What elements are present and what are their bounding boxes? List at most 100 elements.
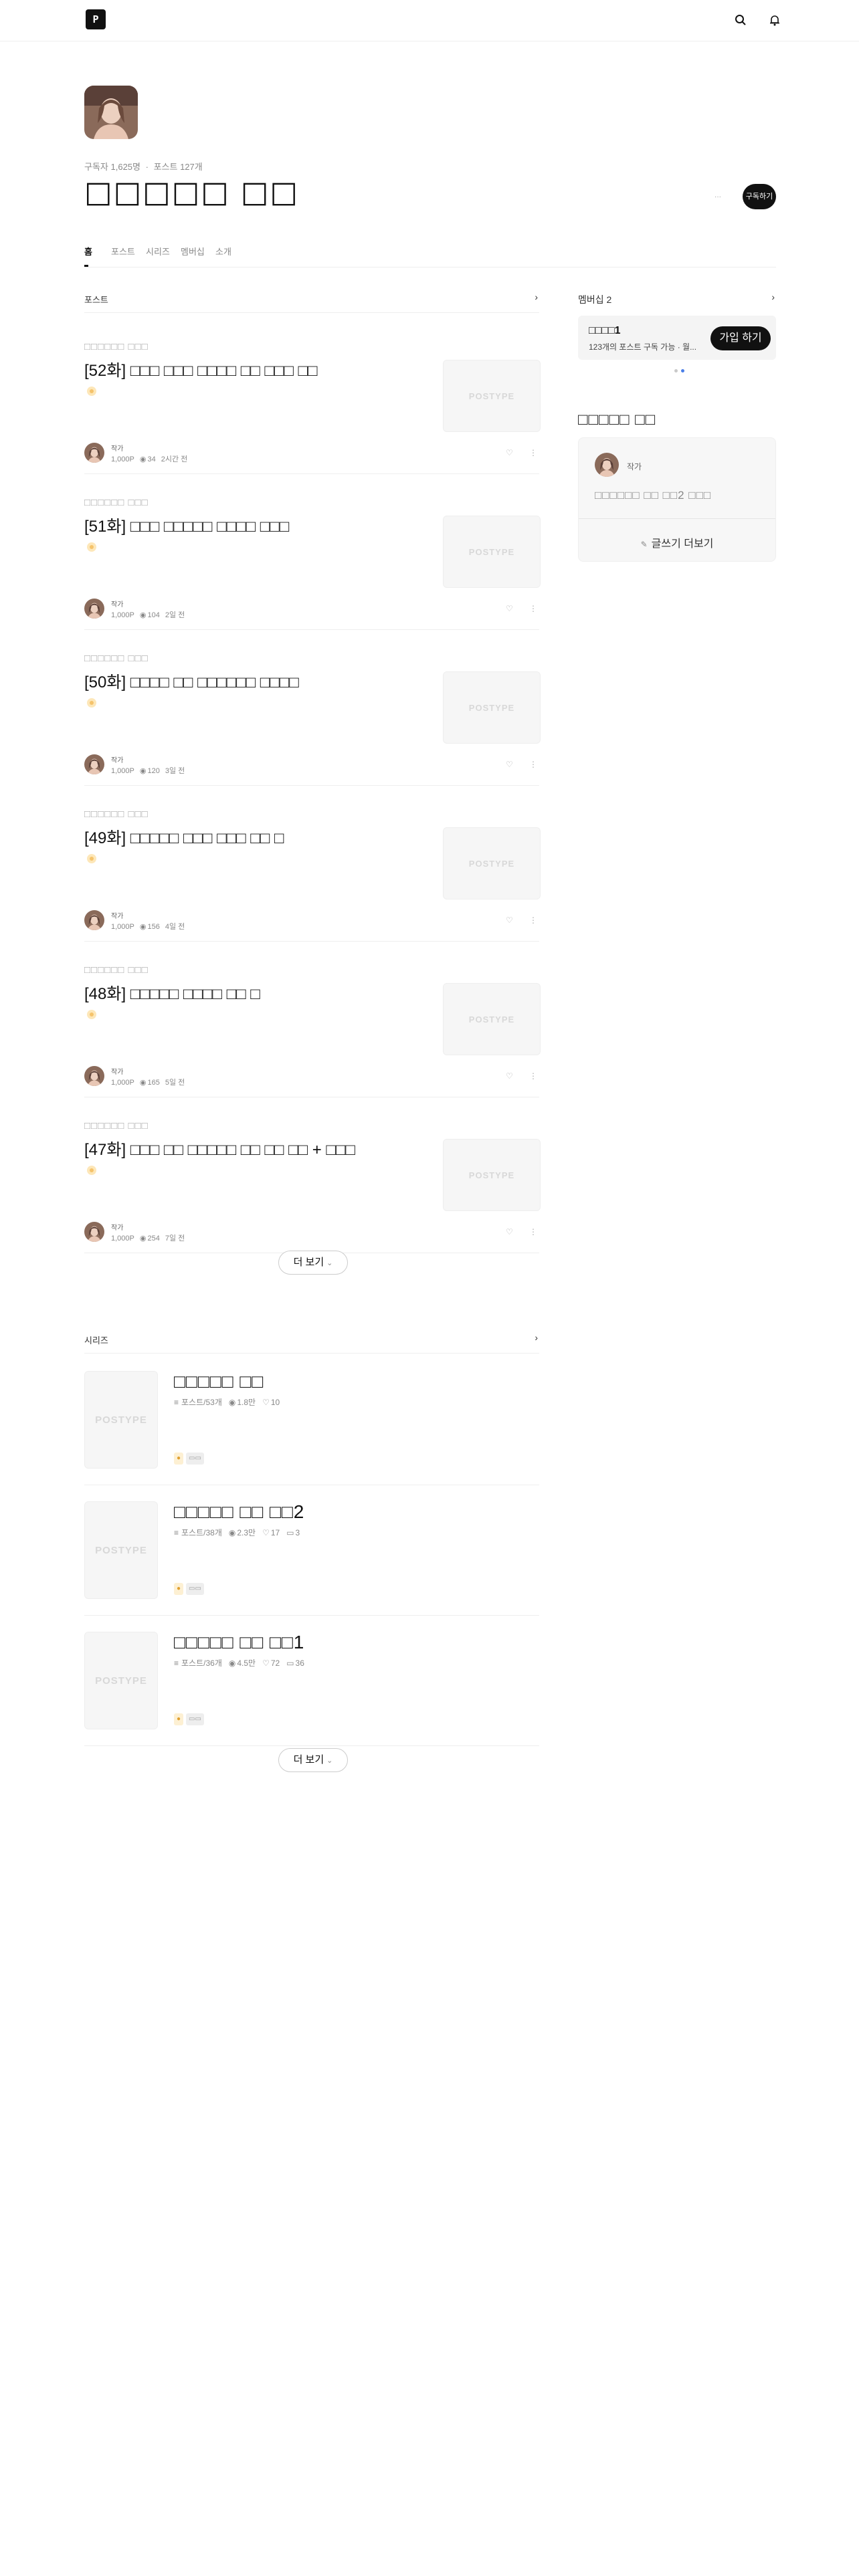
post-series-name[interactable]: □□□□□□ □□□ [84, 964, 149, 976]
membership-card[interactable]: □□□□1 123개의 포스트 구독 가능 · 월... 가입 하기 [578, 316, 776, 360]
post-item[interactable]: □□□□□□ □□□ [49화] □□□□□ □□□ □□□ □□ □ POSTYP… [84, 786, 541, 942]
post-author[interactable]: 작가 [111, 599, 123, 609]
like-icon[interactable]: ♡ [506, 916, 513, 925]
carousel-dots [672, 368, 692, 374]
kebab-menu-icon[interactable]: ⋮ [529, 760, 537, 769]
post-author[interactable]: 작가 [111, 754, 123, 764]
kebab-menu-icon[interactable]: ⋮ [529, 448, 537, 457]
series-title[interactable]: □□□□□ □□ □□2 [174, 1501, 304, 1523]
channel-avatar[interactable] [84, 86, 138, 139]
series-post-count: 포스트/53개 [181, 1398, 222, 1407]
like-icon[interactable]: ♡ [506, 1071, 513, 1081]
post-title[interactable]: [52화] □□□ □□□ □□□□ □□ □□□ □□ [84, 357, 446, 381]
search-icon[interactable] [733, 12, 749, 28]
kebab-menu-icon[interactable]: ⋮ [529, 1227, 537, 1237]
community-write-button[interactable]: ✎ 글쓰기 더보기 [579, 534, 775, 550]
series-item[interactable]: POSTYPE □□□□□ □□ ≡ 포스트/53개 ◉ 1.8만 ♡ 10 ● ▭▭ [84, 1355, 539, 1485]
avatar[interactable] [84, 599, 104, 619]
post-item[interactable]: □□□□□□ □□□ [51화] □□□ □□□□□ □□□□ □□□ POSTYP… [84, 474, 541, 630]
post-time: 3일 전 [165, 767, 185, 775]
tab-home[interactable]: 홈 [84, 245, 92, 257]
post-series-name[interactable]: □□□□□□ □□□ [84, 809, 149, 820]
post-thumbnail[interactable]: POSTYPE [443, 360, 541, 432]
series-status-badge: ▭▭ [186, 1713, 204, 1725]
channel-title: □□□□□ □□ [84, 175, 299, 209]
like-icon[interactable]: ♡ [506, 448, 513, 457]
post-thumbnail[interactable]: POSTYPE [443, 1139, 541, 1211]
post-author[interactable]: 작가 [111, 1066, 123, 1076]
tab-posts[interactable]: 포스트 [111, 245, 135, 257]
post-price: 1,000P [111, 455, 134, 463]
series-thumbnail[interactable]: POSTYPE [84, 1632, 158, 1729]
series-meta: ≡ 포스트/38개 ◉ 2.3만 ♡ 17 ▭ 3 [174, 1527, 306, 1538]
post-series-name[interactable]: □□□□□□ □□□ [84, 341, 149, 352]
tab-about[interactable]: 소개 [215, 245, 231, 257]
series-likes: 10 [270, 1398, 280, 1407]
carousel-dot-active[interactable] [681, 369, 684, 372]
series-more-button[interactable]: 더 보기 ⌄ [278, 1748, 348, 1772]
chevron-right-icon[interactable]: › [535, 1332, 538, 1343]
avatar[interactable] [84, 910, 104, 930]
kebab-menu-icon[interactable]: ⋮ [529, 604, 537, 613]
membership-header[interactable]: 멤버십 2 › [578, 292, 776, 308]
kebab-menu-icon[interactable]: ⋮ [529, 1071, 537, 1081]
series-title[interactable]: □□□□□ □□ □□1 [174, 1632, 304, 1653]
post-author[interactable]: 작가 [111, 1222, 123, 1232]
series-item[interactable]: POSTYPE □□□□□ □□ □□2 ≡ 포스트/38개 ◉ 2.3만 ♡ 17 ▭ 3 ● ▭▭ [84, 1485, 539, 1616]
post-title[interactable]: [47화] □□□ □□ □□□□□ □□ □□ □□ + □□□ [84, 1136, 446, 1160]
post-item[interactable]: □□□□□□ □□□ [48화] □□□□□ □□□□ □□ □ POSTYPE 작가… [84, 942, 541, 1097]
post-item[interactable]: □□□□□□ □□□ [50화] □□□□ □□ □□□□□□ □□□□ POSTY… [84, 630, 541, 786]
series-thumbnail[interactable]: POSTYPE [84, 1501, 158, 1599]
post-author[interactable]: 작가 [111, 443, 123, 453]
more-options-button[interactable]: ··· [714, 193, 721, 201]
tab-membership[interactable]: 멤버십 [181, 245, 205, 257]
avatar[interactable] [84, 1066, 104, 1086]
series-section-header[interactable]: 시리즈 › [84, 1332, 539, 1354]
community-card[interactable]: 작가 □□□□□□ □□ □□2 □□□ ✎ 글쓰기 더보기 [578, 437, 776, 562]
carousel-dot[interactable] [674, 369, 678, 372]
series-item[interactable]: POSTYPE □□□□□ □□ □□1 ≡ 포스트/36개 ◉ 4.5만 ♡ 72 ▭ 36 ● ▭… [84, 1616, 539, 1746]
lightbulb-icon: ● [174, 1583, 184, 1595]
series-section-label: 시리즈 [84, 1335, 108, 1346]
post-item[interactable]: □□□□□□ □□□ [47화] □□□ □□ □□□□□ □□ □□ □□ + … [84, 1097, 541, 1253]
post-price: 1,000P [111, 923, 134, 931]
post-title[interactable]: [51화] □□□ □□□□□ □□□□ □□□ [84, 513, 446, 536]
post-thumbnail[interactable]: POSTYPE [443, 827, 541, 899]
like-icon[interactable]: ♡ [506, 1227, 513, 1237]
post-views: 34 [147, 455, 156, 463]
post-thumbnail[interactable]: POSTYPE [443, 671, 541, 744]
chevron-right-icon[interactable]: › [535, 292, 538, 302]
like-icon[interactable]: ♡ [506, 604, 513, 613]
subscribe-button[interactable]: 구독하기 [743, 184, 776, 209]
series-meta: ≡ 포스트/53개 ◉ 1.8만 ♡ 10 [174, 1396, 286, 1408]
post-series-name[interactable]: □□□□□□ □□□ [84, 1120, 149, 1132]
post-series-name[interactable]: □□□□□□ □□□ [84, 497, 149, 508]
post-author[interactable]: 작가 [111, 910, 123, 920]
series-thumbnail[interactable]: POSTYPE [84, 1371, 158, 1469]
kebab-menu-icon[interactable]: ⋮ [529, 916, 537, 925]
post-title[interactable]: [49화] □□□□□ □□□ □□□ □□ □ [84, 825, 446, 848]
avatar[interactable] [84, 754, 104, 774]
post-thumbnail[interactable]: POSTYPE [443, 516, 541, 588]
post-title[interactable]: [48화] □□□□□ □□□□ □□ □ [84, 980, 446, 1004]
community-post-text[interactable]: □□□□□□ □□ □□2 □□□ [595, 489, 711, 502]
tab-series[interactable]: 시리즈 [146, 245, 170, 257]
avatar[interactable] [84, 443, 104, 463]
post-item[interactable]: □□□□□□ □□□ [52화] □□□ □□□ □□□□ □□ □□□ □□ PO… [84, 318, 541, 474]
post-thumbnail[interactable]: POSTYPE [443, 983, 541, 1055]
lightbulb-icon [87, 854, 96, 863]
post-title[interactable]: [50화] □□□□ □□ □□□□□□ □□□□ [84, 669, 446, 692]
post-views: 254 [147, 1235, 160, 1243]
postype-logo[interactable]: P [86, 9, 106, 29]
like-icon[interactable]: ♡ [506, 760, 513, 769]
chevron-right-icon[interactable]: › [771, 292, 775, 302]
posts-section-header[interactable]: 포스트 › [84, 292, 539, 313]
series-title[interactable]: □□□□□ □□ [174, 1371, 264, 1392]
avatar[interactable] [84, 1222, 104, 1242]
post-series-name[interactable]: □□□□□□ □□□ [84, 653, 149, 664]
bell-icon[interactable] [767, 12, 783, 28]
posts-more-button[interactable]: 더 보기 ⌄ [278, 1251, 348, 1275]
join-membership-button[interactable]: 가입 하기 [710, 326, 771, 350]
post-views: 165 [147, 1079, 160, 1087]
series-post-count: 포스트/36개 [181, 1658, 222, 1668]
